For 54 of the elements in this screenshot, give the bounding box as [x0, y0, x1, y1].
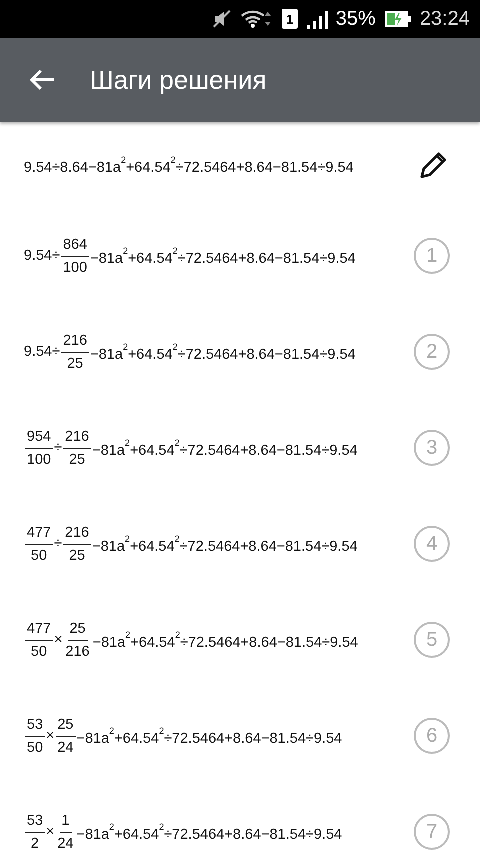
denominator: 2 [30, 834, 40, 852]
sim-icon: 1 [282, 9, 298, 29]
step-number: 7 [414, 814, 450, 850]
wifi-icon [240, 9, 274, 29]
denominator: 25 [68, 450, 86, 468]
numerator: 1 [60, 812, 72, 832]
numerator: 954 [25, 428, 54, 448]
formula-text: 9.54÷ [24, 344, 60, 360]
formula-text: −81a$^{2}$+64.54$^{2}$÷72.5464+8.64−81.54÷9.54 [92, 630, 358, 650]
formula-text: −81a$^{2}$+64.54$^{2}$÷72.5464+8.64−81.54÷9.54 [90, 246, 356, 266]
formula-text: −81a$^{2}$+64.54$^{2}$÷72.5464+8.64−81.54÷9.54 [92, 438, 358, 458]
formula-text: −81a$^{2}$+64.54$^{2}$÷72.5464+8.64−81.54÷9.54 [76, 822, 342, 842]
numerator: 216 [63, 428, 92, 448]
numerator: 216 [63, 524, 92, 544]
screen-title: Шаги решения [90, 64, 267, 96]
signal-icon [306, 9, 328, 29]
formula-text: −81a$^{2}$+64.54$^{2}$÷72.5464+8.64−81.54÷9.54 [92, 534, 358, 554]
denominator: 50 [30, 546, 48, 564]
denominator: 100 [62, 258, 88, 276]
numerator: 25 [68, 620, 88, 640]
denominator: 25 [68, 546, 86, 564]
numerator: 477 [25, 524, 54, 544]
formula-text: 9.54÷ [24, 248, 60, 264]
clock: 23:24 [420, 8, 470, 30]
numerator: 53 [25, 812, 46, 832]
formula-text: 9.54÷8.64−81a$^{2}$+64.54$^{2}$÷72.5464+8.64−81.54÷9.54 [24, 154, 354, 176]
mute-icon [212, 9, 232, 29]
denominator: 25 [66, 354, 84, 372]
formula-text: × [54, 632, 63, 648]
denominator: 50 [26, 738, 44, 756]
step-number: 3 [414, 430, 450, 466]
numerator: 53 [25, 716, 46, 736]
denominator: 50 [30, 642, 48, 660]
formula-text: × [46, 824, 55, 840]
step-number: 6 [414, 718, 450, 754]
battery-icon [384, 10, 412, 28]
formula-text: −81a$^{2}$+64.54$^{2}$÷72.5464+8.64−81.54÷9.54 [76, 726, 342, 746]
denominator: 216 [64, 642, 91, 660]
formula-text: ÷ [54, 440, 62, 456]
denominator: 100 [26, 450, 52, 468]
numerator: 864 [61, 236, 90, 256]
step-number: 5 [414, 622, 450, 658]
numerator: 25 [56, 716, 76, 736]
formula-text: −81a$^{2}$+64.54$^{2}$÷72.5464+8.64−81.54÷9.54 [90, 342, 356, 362]
battery-percent: 35% [336, 8, 376, 30]
formula-text: ÷ [54, 536, 62, 552]
denominator: 24 [56, 738, 75, 756]
step-number: 2 [414, 334, 450, 370]
step-number: 4 [414, 526, 450, 562]
numerator: 477 [25, 620, 54, 640]
formula-text: × [46, 728, 55, 744]
denominator: 24 [56, 834, 75, 852]
numerator: 216 [61, 332, 90, 352]
step-number: 1 [414, 238, 450, 274]
